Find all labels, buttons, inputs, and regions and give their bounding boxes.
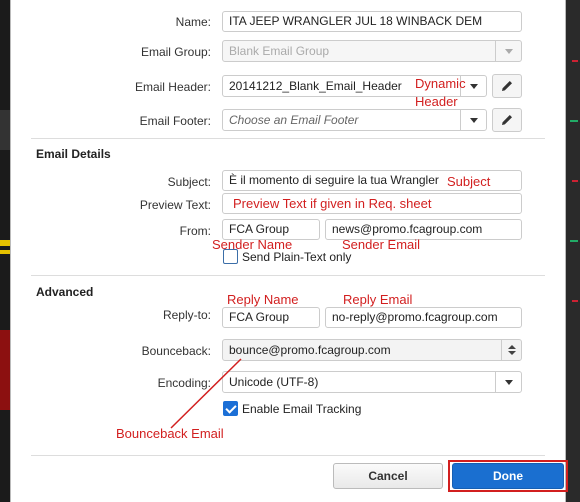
annotation-arrow-line	[170, 358, 242, 429]
email-settings-dialog: Name: ITA JEEP WRANGLER JUL 18 WINBACK D…	[10, 0, 568, 502]
background-app-left	[0, 0, 10, 502]
done-button[interactable]: Done	[452, 463, 564, 489]
cancel-button[interactable]: Cancel	[333, 463, 443, 489]
divider	[31, 455, 545, 456]
background-app-right	[566, 0, 580, 502]
